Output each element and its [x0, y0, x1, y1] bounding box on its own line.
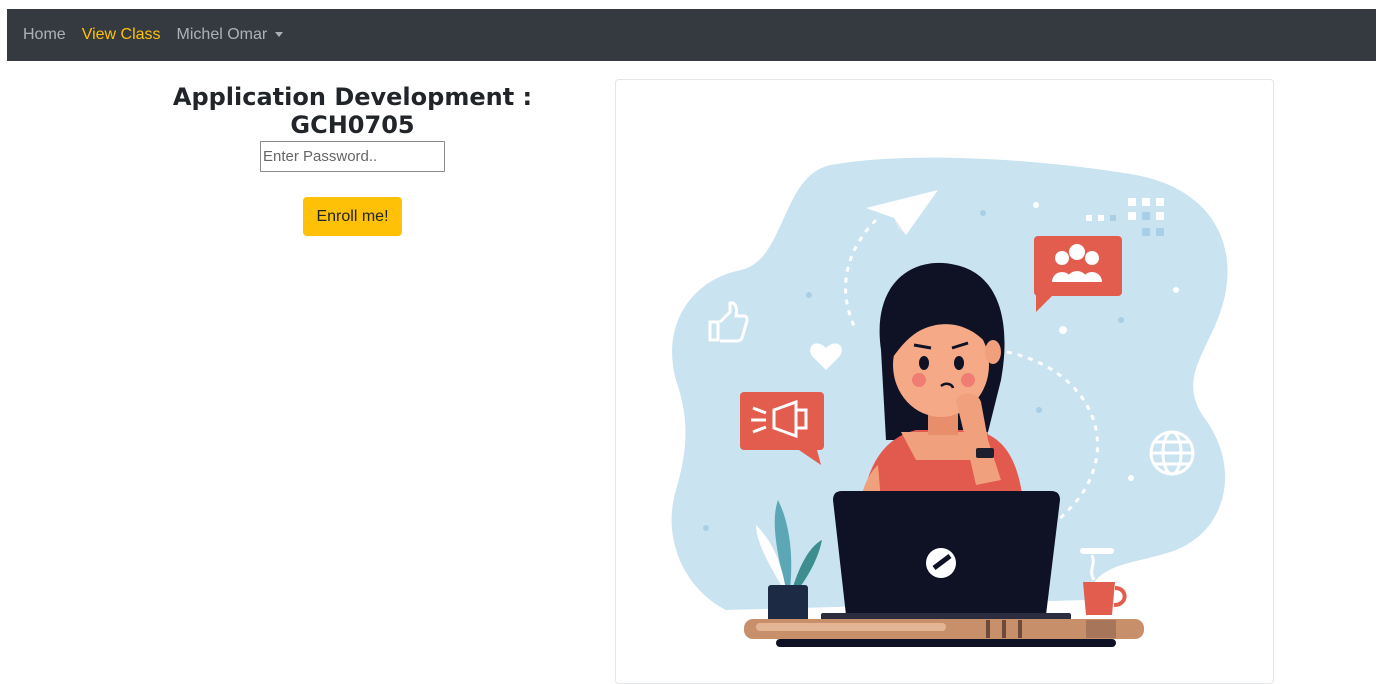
- class-title: Application Development : GCH0705: [172, 83, 533, 139]
- enroll-button[interactable]: Enroll me!: [303, 197, 402, 236]
- enroll-panel: Application Development : GCH0705 Enroll…: [120, 80, 585, 236]
- password-input[interactable]: [260, 141, 445, 172]
- user-name-label: Michel Omar: [176, 26, 268, 43]
- desk: [744, 619, 1144, 647]
- nav-user-dropdown[interactable]: Michel Omar: [177, 26, 284, 44]
- illustration-card: [615, 79, 1274, 684]
- laptop-icon: [821, 491, 1071, 621]
- nav-home-link[interactable]: Home: [23, 26, 66, 44]
- top-navbar: Home View Class Michel Omar: [7, 9, 1376, 61]
- nav-view-class-link[interactable]: View Class: [82, 26, 161, 44]
- caret-down-icon: [275, 31, 284, 37]
- thinking-woman-illustration: [671, 157, 1228, 647]
